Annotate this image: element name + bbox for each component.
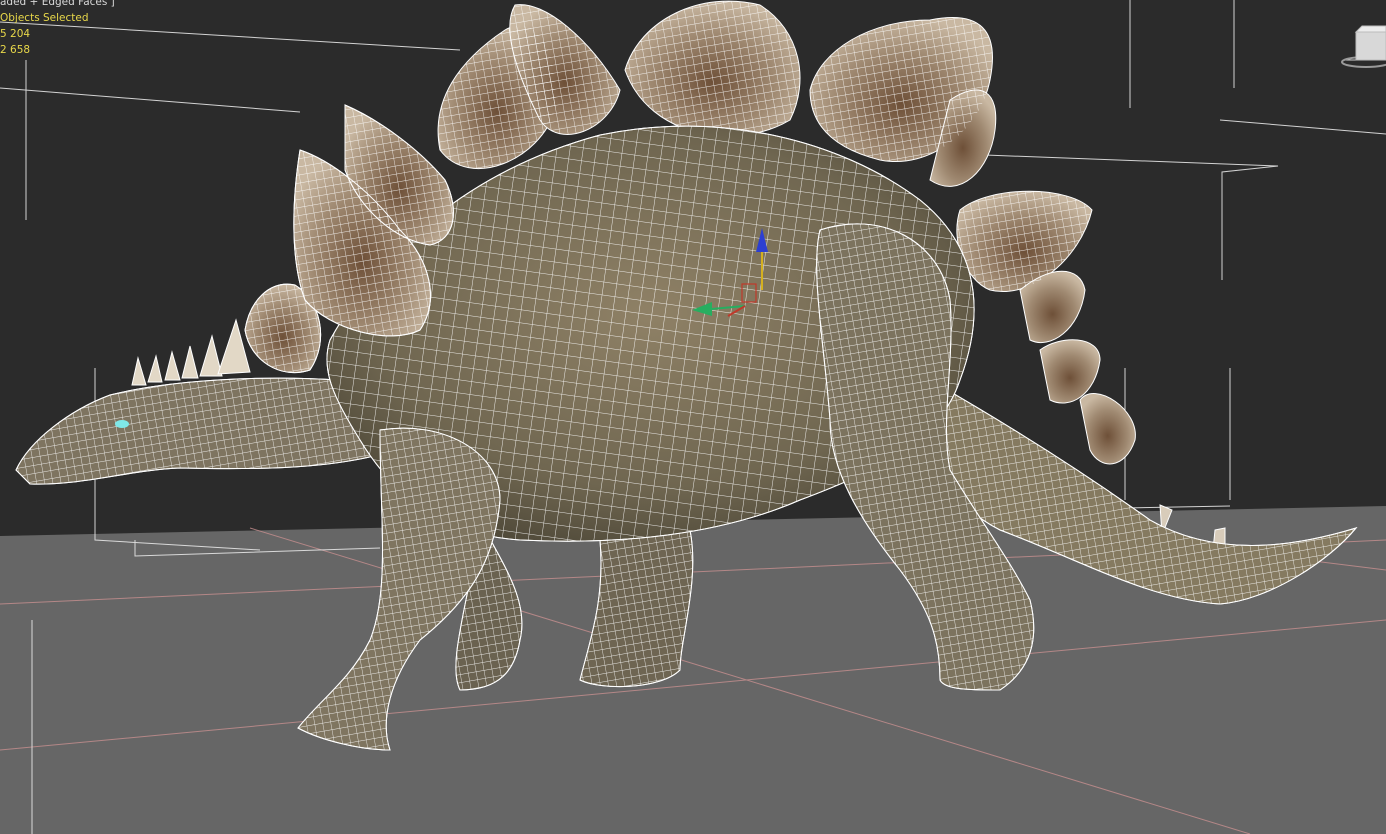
shading-mode-label[interactable]: aded + Edged Faces ] <box>0 0 115 10</box>
verts-count: 2 658 <box>0 44 31 56</box>
viewport[interactable]: aded + Edged Faces ] Objects Selected 5 … <box>0 0 1386 834</box>
eye <box>115 420 129 428</box>
viewcube-top-face[interactable] <box>1354 25 1386 33</box>
viewcube-icon[interactable] <box>1340 24 1386 72</box>
polys-count: 5 204 <box>0 28 31 40</box>
viewcube-front-face[interactable] <box>1355 31 1386 61</box>
viewport-info-overlay: aded + Edged Faces ] Objects Selected 5 … <box>0 0 115 58</box>
scene-3d-canvas[interactable] <box>0 0 1386 834</box>
selection-stats-label: Objects Selected <box>0 12 89 24</box>
